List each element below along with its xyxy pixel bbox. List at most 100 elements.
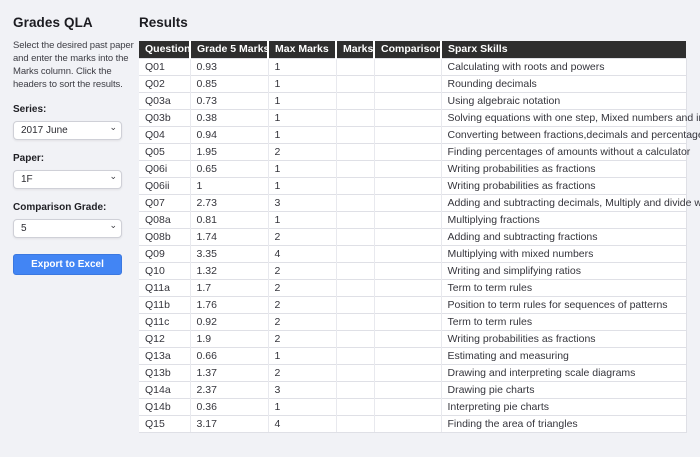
- question-cell: Q09: [139, 245, 190, 262]
- sparx-skills-cell: Calculating with roots and powers: [441, 58, 686, 75]
- marks-cell[interactable]: [336, 58, 374, 75]
- question-cell: Q07: [139, 194, 190, 211]
- marks-cell[interactable]: [336, 245, 374, 262]
- table-row: Q010.931Calculating with roots and power…: [139, 58, 686, 75]
- marks-cell[interactable]: [336, 160, 374, 177]
- table-row: Q153.174Finding the area of triangles: [139, 415, 686, 432]
- column-header-sparx-skills[interactable]: Sparx Skills: [441, 41, 686, 58]
- results-table-header: QuestionGrade 5 MarksMax MarksMarksCompa…: [139, 41, 686, 58]
- marks-cell[interactable]: [336, 364, 374, 381]
- marks-cell[interactable]: [336, 177, 374, 194]
- grade-5-marks-cell: 0.73: [190, 92, 268, 109]
- sidebar-description: Select the desired past paper and enter …: [13, 39, 139, 91]
- grade-5-marks-cell: 1.32: [190, 262, 268, 279]
- question-cell: Q06i: [139, 160, 190, 177]
- sparx-skills-cell: Writing probabilities as fractions: [441, 177, 686, 194]
- table-row: Q14a2.373Drawing pie charts: [139, 381, 686, 398]
- sparx-skills-cell: Estimating and measuring: [441, 347, 686, 364]
- table-row: Q101.322Writing and simplifying ratios: [139, 262, 686, 279]
- marks-cell[interactable]: [336, 126, 374, 143]
- question-cell: Q03b: [139, 109, 190, 126]
- export-to-excel-button[interactable]: Export to Excel: [13, 254, 122, 275]
- table-row: Q08b1.742Adding and subtracting fraction…: [139, 228, 686, 245]
- comparison-cell: [374, 228, 441, 245]
- marks-cell[interactable]: [336, 279, 374, 296]
- max-marks-cell: 1: [268, 177, 336, 194]
- max-marks-cell: 3: [268, 194, 336, 211]
- comparison-cell: [374, 126, 441, 143]
- table-row: Q093.354Multiplying with mixed numbers: [139, 245, 686, 262]
- sparx-skills-cell: Term to term rules: [441, 279, 686, 296]
- question-cell: Q04: [139, 126, 190, 143]
- sparx-skills-cell: Using algebraic notation: [441, 92, 686, 109]
- marks-cell[interactable]: [336, 75, 374, 92]
- grade-5-marks-cell: 1.74: [190, 228, 268, 245]
- column-header-marks[interactable]: Marks: [336, 41, 374, 58]
- sparx-skills-cell: Writing and simplifying ratios: [441, 262, 686, 279]
- table-row: Q06ii11Writing probabilities as fraction…: [139, 177, 686, 194]
- comparison-grade-label: Comparison Grade:: [13, 202, 139, 213]
- question-cell: Q11a: [139, 279, 190, 296]
- marks-cell[interactable]: [336, 228, 374, 245]
- marks-cell[interactable]: [336, 92, 374, 109]
- comparison-cell: [374, 381, 441, 398]
- question-cell: Q13b: [139, 364, 190, 381]
- max-marks-cell: 4: [268, 415, 336, 432]
- results-table-body: Q010.931Calculating with roots and power…: [139, 58, 686, 432]
- comparison-cell: [374, 415, 441, 432]
- marks-cell[interactable]: [336, 296, 374, 313]
- comparison-grade-select[interactable]: 5: [13, 219, 122, 238]
- question-cell: Q08b: [139, 228, 190, 245]
- column-header-grade-5-marks[interactable]: Grade 5 Marks: [190, 41, 268, 58]
- question-cell: Q12: [139, 330, 190, 347]
- question-cell: Q11c: [139, 313, 190, 330]
- table-row: Q051.952Finding percentages of amounts w…: [139, 143, 686, 160]
- column-header-comparison[interactable]: Comparison: [374, 41, 441, 58]
- comparison-cell: [374, 109, 441, 126]
- table-row: Q08a0.811Multiplying fractions: [139, 211, 686, 228]
- table-row: Q13a0.661Estimating and measuring: [139, 347, 686, 364]
- marks-cell[interactable]: [336, 211, 374, 228]
- comparison-grade-select-wrap: 5 ⌄: [13, 218, 122, 238]
- comparison-cell: [374, 245, 441, 262]
- paper-select[interactable]: 1F: [13, 170, 122, 189]
- sparx-skills-cell: Drawing and interpreting scale diagrams: [441, 364, 686, 381]
- series-select-wrap: 2017 June ⌄: [13, 120, 122, 140]
- max-marks-cell: 1: [268, 92, 336, 109]
- sparx-skills-cell: Converting between fractions,decimals an…: [441, 126, 686, 143]
- grade-5-marks-cell: 0.94: [190, 126, 268, 143]
- comparison-cell: [374, 194, 441, 211]
- max-marks-cell: 2: [268, 296, 336, 313]
- max-marks-cell: 1: [268, 160, 336, 177]
- comparison-cell: [374, 330, 441, 347]
- max-marks-cell: 1: [268, 109, 336, 126]
- grade-5-marks-cell: 1.9: [190, 330, 268, 347]
- sparx-skills-cell: Adding and subtracting fractions: [441, 228, 686, 245]
- marks-cell[interactable]: [336, 415, 374, 432]
- marks-cell[interactable]: [336, 143, 374, 160]
- series-select[interactable]: 2017 June: [13, 121, 122, 140]
- column-header-question[interactable]: Question: [139, 41, 190, 58]
- sidebar: Grades QLA Select the desired past paper…: [0, 0, 139, 457]
- comparison-cell: [374, 160, 441, 177]
- marks-cell[interactable]: [336, 398, 374, 415]
- header-row: QuestionGrade 5 MarksMax MarksMarksCompa…: [139, 41, 686, 58]
- question-cell: Q13a: [139, 347, 190, 364]
- page-title: Grades QLA: [13, 15, 139, 30]
- question-cell: Q02: [139, 75, 190, 92]
- max-marks-cell: 1: [268, 347, 336, 364]
- comparison-cell: [374, 262, 441, 279]
- marks-cell[interactable]: [336, 262, 374, 279]
- marks-cell[interactable]: [336, 330, 374, 347]
- marks-cell[interactable]: [336, 194, 374, 211]
- series-label: Series:: [13, 104, 139, 115]
- marks-cell[interactable]: [336, 109, 374, 126]
- marks-cell[interactable]: [336, 347, 374, 364]
- marks-cell[interactable]: [336, 313, 374, 330]
- column-header-max-marks[interactable]: Max Marks: [268, 41, 336, 58]
- question-cell: Q03a: [139, 92, 190, 109]
- max-marks-cell: 2: [268, 330, 336, 347]
- grade-5-marks-cell: 1.37: [190, 364, 268, 381]
- marks-cell[interactable]: [336, 381, 374, 398]
- grade-5-marks-cell: 0.81: [190, 211, 268, 228]
